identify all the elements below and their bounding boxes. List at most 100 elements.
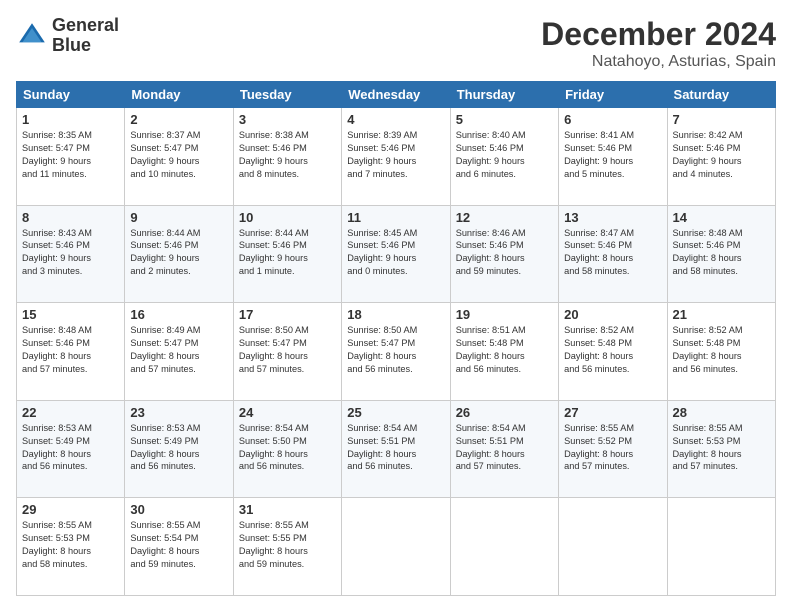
- day-cell: 14 Sunrise: 8:48 AM Sunset: 5:46 PM Dayli…: [667, 205, 775, 303]
- day-cell: 7 Sunrise: 8:42 AM Sunset: 5:46 PM Daylig…: [667, 108, 775, 206]
- day-info: Sunrise: 8:42 AM Sunset: 5:46 PM Dayligh…: [673, 129, 770, 181]
- title-block: December 2024 Natahoyo, Asturias, Spain: [541, 16, 776, 71]
- day-number: 31: [239, 502, 336, 517]
- day-number: 1: [22, 112, 119, 127]
- day-info: Sunrise: 8:48 AM Sunset: 5:46 PM Dayligh…: [22, 324, 119, 376]
- week-row-5: 29Sunrise: 8:55 AM Sunset: 5:53 PM Dayli…: [17, 498, 776, 596]
- day-info: Sunrise: 8:52 AM Sunset: 5:48 PM Dayligh…: [673, 324, 770, 376]
- day-cell: 27 Sunrise: 8:55 AM Sunset: 5:52 PM Dayli…: [559, 400, 667, 498]
- day-info: Sunrise: 8:54 AM Sunset: 5:51 PM Dayligh…: [456, 422, 553, 474]
- day-number: 11: [347, 210, 444, 225]
- day-info: Sunrise: 8:44 AM Sunset: 5:46 PM Dayligh…: [130, 227, 227, 279]
- day-info: Sunrise: 8:54 AM Sunset: 5:51 PM Dayligh…: [347, 422, 444, 474]
- day-info: Sunrise: 8:48 AM Sunset: 5:46 PM Dayligh…: [673, 227, 770, 279]
- day-cell: 17 Sunrise: 8:50 AM Sunset: 5:47 PM Dayli…: [233, 303, 341, 401]
- day-number: 2: [130, 112, 227, 127]
- day-cell: 19Sunrise: 8:51 AM Sunset: 5:48 PM Dayli…: [450, 303, 558, 401]
- col-header-tuesday: Tuesday: [233, 82, 341, 108]
- day-info: Sunrise: 8:50 AM Sunset: 5:47 PM Dayligh…: [239, 324, 336, 376]
- location-title: Natahoyo, Asturias, Spain: [541, 53, 776, 71]
- day-number: 27: [564, 405, 661, 420]
- day-cell: 1 Sunrise: 8:35 AM Sunset: 5:47 PM Daylig…: [17, 108, 125, 206]
- day-number: 14: [673, 210, 770, 225]
- day-number: 4: [347, 112, 444, 127]
- month-title: December 2024: [541, 16, 776, 53]
- day-cell: 18 Sunrise: 8:50 AM Sunset: 5:47 PM Dayli…: [342, 303, 450, 401]
- day-info: Sunrise: 8:54 AM Sunset: 5:50 PM Dayligh…: [239, 422, 336, 474]
- day-number: 17: [239, 307, 336, 322]
- logo: General Blue: [16, 16, 119, 56]
- week-row-3: 15Sunrise: 8:48 AM Sunset: 5:46 PM Dayli…: [17, 303, 776, 401]
- day-cell: 12 Sunrise: 8:46 AM Sunset: 5:46 PM Dayli…: [450, 205, 558, 303]
- day-cell: 26 Sunrise: 8:54 AM Sunset: 5:51 PM Dayli…: [450, 400, 558, 498]
- day-info: Sunrise: 8:45 AM Sunset: 5:46 PM Dayligh…: [347, 227, 444, 279]
- day-info: Sunrise: 8:39 AM Sunset: 5:46 PM Dayligh…: [347, 129, 444, 181]
- day-cell: 23 Sunrise: 8:53 AM Sunset: 5:49 PM Dayli…: [125, 400, 233, 498]
- day-info: Sunrise: 8:46 AM Sunset: 5:46 PM Dayligh…: [456, 227, 553, 279]
- col-header-monday: Monday: [125, 82, 233, 108]
- day-number: 7: [673, 112, 770, 127]
- day-number: 16: [130, 307, 227, 322]
- day-cell: 28 Sunrise: 8:55 AM Sunset: 5:53 PM Dayli…: [667, 400, 775, 498]
- day-cell: 21 Sunrise: 8:52 AM Sunset: 5:48 PM Dayli…: [667, 303, 775, 401]
- day-number: 6: [564, 112, 661, 127]
- week-row-2: 8 Sunrise: 8:43 AM Sunset: 5:46 PM Daylig…: [17, 205, 776, 303]
- day-number: 3: [239, 112, 336, 127]
- day-cell: 16 Sunrise: 8:49 AM Sunset: 5:47 PM Dayli…: [125, 303, 233, 401]
- day-number: 8: [22, 210, 119, 225]
- day-cell: 24 Sunrise: 8:54 AM Sunset: 5:50 PM Dayli…: [233, 400, 341, 498]
- day-cell: [667, 498, 775, 596]
- day-cell: 3Sunrise: 8:38 AM Sunset: 5:46 PM Daylig…: [233, 108, 341, 206]
- day-cell: 4 Sunrise: 8:39 AM Sunset: 5:46 PM Daylig…: [342, 108, 450, 206]
- day-cell: 13 Sunrise: 8:47 AM Sunset: 5:46 PM Dayli…: [559, 205, 667, 303]
- day-info: Sunrise: 8:43 AM Sunset: 5:46 PM Dayligh…: [22, 227, 119, 279]
- day-info: Sunrise: 8:55 AM Sunset: 5:53 PM Dayligh…: [673, 422, 770, 474]
- day-number: 28: [673, 405, 770, 420]
- day-number: 29: [22, 502, 119, 517]
- day-cell: 29Sunrise: 8:55 AM Sunset: 5:53 PM Dayli…: [17, 498, 125, 596]
- day-cell: 9 Sunrise: 8:44 AM Sunset: 5:46 PM Daylig…: [125, 205, 233, 303]
- day-cell: 15Sunrise: 8:48 AM Sunset: 5:46 PM Dayli…: [17, 303, 125, 401]
- page: General Blue December 2024 Natahoyo, Ast…: [0, 0, 792, 612]
- day-number: 19: [456, 307, 553, 322]
- week-row-1: 1 Sunrise: 8:35 AM Sunset: 5:47 PM Daylig…: [17, 108, 776, 206]
- day-number: 26: [456, 405, 553, 420]
- col-header-wednesday: Wednesday: [342, 82, 450, 108]
- day-info: Sunrise: 8:44 AM Sunset: 5:46 PM Dayligh…: [239, 227, 336, 279]
- calendar-table: SundayMondayTuesdayWednesdayThursdayFrid…: [16, 81, 776, 596]
- day-cell: 5Sunrise: 8:40 AM Sunset: 5:46 PM Daylig…: [450, 108, 558, 206]
- day-number: 10: [239, 210, 336, 225]
- day-number: 21: [673, 307, 770, 322]
- day-info: Sunrise: 8:53 AM Sunset: 5:49 PM Dayligh…: [130, 422, 227, 474]
- day-number: 18: [347, 307, 444, 322]
- day-info: Sunrise: 8:49 AM Sunset: 5:47 PM Dayligh…: [130, 324, 227, 376]
- logo-icon: [16, 20, 48, 52]
- day-number: 23: [130, 405, 227, 420]
- day-cell: 8 Sunrise: 8:43 AM Sunset: 5:46 PM Daylig…: [17, 205, 125, 303]
- day-number: 12: [456, 210, 553, 225]
- day-number: 5: [456, 112, 553, 127]
- day-number: 22: [22, 405, 119, 420]
- day-info: Sunrise: 8:47 AM Sunset: 5:46 PM Dayligh…: [564, 227, 661, 279]
- day-number: 30: [130, 502, 227, 517]
- day-cell: [450, 498, 558, 596]
- day-info: Sunrise: 8:35 AM Sunset: 5:47 PM Dayligh…: [22, 129, 119, 181]
- col-header-sunday: Sunday: [17, 82, 125, 108]
- day-cell: 22Sunrise: 8:53 AM Sunset: 5:49 PM Dayli…: [17, 400, 125, 498]
- day-number: 13: [564, 210, 661, 225]
- day-info: Sunrise: 8:37 AM Sunset: 5:47 PM Dayligh…: [130, 129, 227, 181]
- day-info: Sunrise: 8:41 AM Sunset: 5:46 PM Dayligh…: [564, 129, 661, 181]
- day-number: 9: [130, 210, 227, 225]
- logo-text: General Blue: [52, 16, 119, 56]
- day-number: 20: [564, 307, 661, 322]
- day-cell: 2 Sunrise: 8:37 AM Sunset: 5:47 PM Daylig…: [125, 108, 233, 206]
- day-cell: 11 Sunrise: 8:45 AM Sunset: 5:46 PM Dayli…: [342, 205, 450, 303]
- day-info: Sunrise: 8:50 AM Sunset: 5:47 PM Dayligh…: [347, 324, 444, 376]
- day-info: Sunrise: 8:55 AM Sunset: 5:52 PM Dayligh…: [564, 422, 661, 474]
- day-number: 24: [239, 405, 336, 420]
- day-info: Sunrise: 8:55 AM Sunset: 5:55 PM Dayligh…: [239, 519, 336, 571]
- day-cell: 25Sunrise: 8:54 AM Sunset: 5:51 PM Dayli…: [342, 400, 450, 498]
- header: General Blue December 2024 Natahoyo, Ast…: [16, 16, 776, 71]
- day-cell: 31 Sunrise: 8:55 AM Sunset: 5:55 PM Dayli…: [233, 498, 341, 596]
- col-header-thursday: Thursday: [450, 82, 558, 108]
